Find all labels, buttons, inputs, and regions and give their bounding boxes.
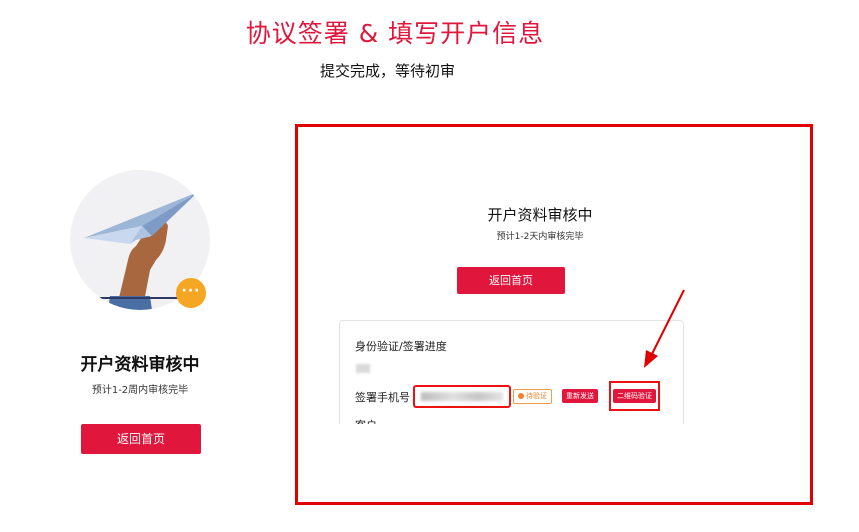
sign-phone-label: 签署手机号 xyxy=(355,391,410,404)
left-status-title: 开户资料审核中 xyxy=(80,355,200,375)
right-status-title: 开户资料审核中 xyxy=(487,206,593,224)
verification-progress-card: 身份验证/签署进度 签署手机号 待验证 重新发送 二维码验证 客户 xyxy=(339,320,684,424)
right-back-home-button[interactable]: 返回首页 xyxy=(457,267,565,294)
annotation-arrow-icon xyxy=(644,289,685,368)
resend-button[interactable]: 重新发送 xyxy=(562,389,598,403)
page-heading: 协议签署 & 填写开户信息 xyxy=(245,19,545,48)
pending-status-text: 待验证 xyxy=(526,392,547,400)
card-title: 身份验证/签署进度 xyxy=(355,340,447,353)
annotation-frame xyxy=(295,124,813,505)
clock-icon xyxy=(518,393,524,399)
next-row-label: 客户 xyxy=(355,417,377,424)
right-status-subtitle: 预计1-2天内审核完毕 xyxy=(496,232,584,242)
left-status-subtitle: 预计1-2周内审核完毕 xyxy=(91,385,189,396)
sign-phone-field xyxy=(413,385,511,408)
page-subheading: 提交完成，等待初审 xyxy=(319,62,455,80)
more-dots-icon: ··· xyxy=(176,278,206,308)
pending-status-badge: 待验证 xyxy=(513,389,552,404)
left-status-panel: ··· 开户资料审核中 预计1-2周内审核完毕 返回首页 xyxy=(0,160,280,480)
left-back-home-button[interactable]: 返回首页 xyxy=(81,424,201,454)
blurred-phone-number xyxy=(421,392,503,401)
blurred-name xyxy=(356,364,370,373)
qr-verify-button[interactable]: 二维码验证 xyxy=(613,389,656,403)
